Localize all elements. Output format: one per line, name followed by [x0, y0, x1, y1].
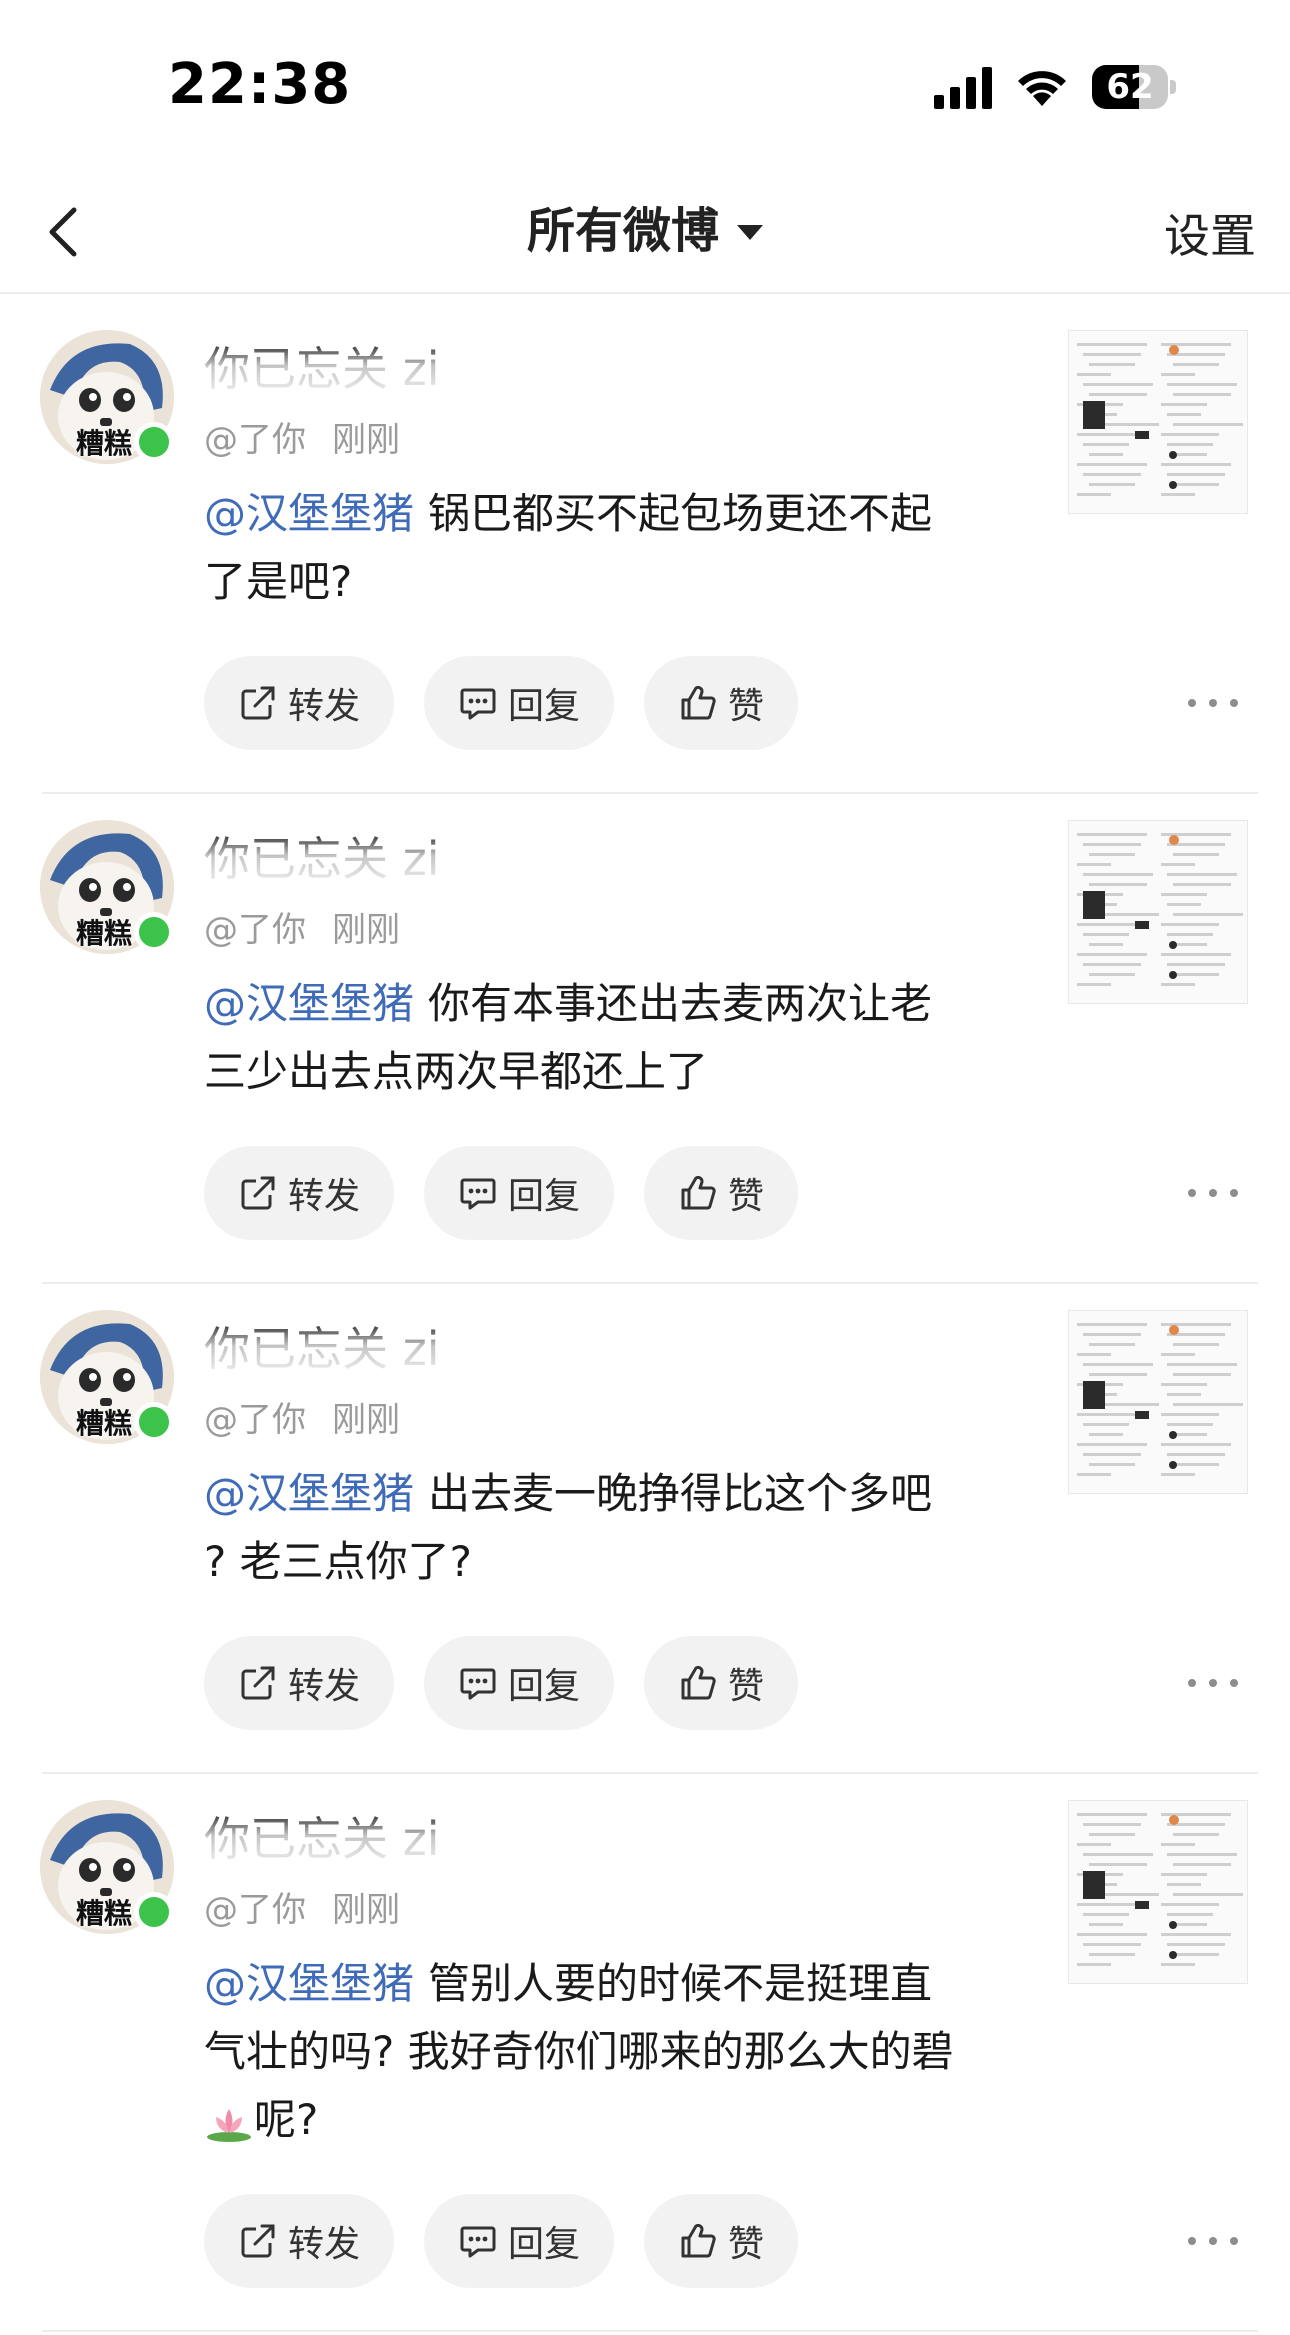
post-meta: @了你 刚刚: [204, 1882, 400, 1931]
divider: [42, 1282, 1258, 1284]
repost-icon: [238, 683, 278, 723]
repost-button[interactable]: 转发: [204, 2194, 395, 2288]
post-actions: 转发 回复赞: [204, 656, 799, 750]
screenshot-thumbnail[interactable]: [1068, 1800, 1248, 1984]
post-actions: 转发 回复赞: [204, 1146, 799, 1240]
mention-link[interactable]: @汉堡堡猪: [204, 489, 414, 538]
more-options-icon[interactable]: [1188, 688, 1238, 718]
username[interactable]: 你已忘关 zi: [204, 340, 444, 398]
mention-link[interactable]: @汉堡堡猪: [204, 1959, 414, 2008]
reply-button[interactable]: 回复: [424, 656, 615, 750]
post-text-line: 呢?: [254, 2095, 319, 2144]
username[interactable]: 你已忘关 zi: [204, 830, 444, 888]
comment-icon: [458, 683, 498, 723]
post-content[interactable]: @汉堡堡猪 管别人要的时候不是挺理直气壮的吗? 我好奇你们哪来的那么大的碧呢?: [204, 1950, 1024, 2154]
post-time: 刚刚: [332, 1400, 400, 1440]
username[interactable]: 你已忘关 zi: [204, 1320, 444, 1378]
status-bar: 22:38 62: [0, 0, 1290, 170]
more-options-icon[interactable]: [1188, 1178, 1238, 1208]
handle: @了你: [204, 420, 306, 460]
post-meta: @了你 刚刚: [204, 1392, 400, 1441]
screenshot-thumbnail[interactable]: [1068, 820, 1248, 1004]
online-status-badge: [134, 1892, 174, 1932]
online-status-badge: [134, 1402, 174, 1442]
screenshot-thumbnail[interactable]: [1068, 330, 1248, 514]
handle: @了你: [204, 1890, 306, 1930]
reply-button[interactable]: 回复: [424, 2194, 615, 2288]
repost-button[interactable]: 转发: [204, 1146, 395, 1240]
cellular-signal-icon: [934, 65, 992, 109]
reply-button[interactable]: 回复: [424, 1146, 615, 1240]
post-time: 刚刚: [332, 420, 400, 460]
post-text-line: 出去麦一晚挣得比这个多吧: [428, 1469, 933, 1518]
divider: [42, 1772, 1258, 1774]
repost-button[interactable]: 转发: [204, 656, 395, 750]
status-icons: 62: [934, 62, 1176, 112]
post-text-line: 你有本事还出去麦两次让老: [428, 979, 933, 1028]
comment-icon: [458, 2221, 498, 2261]
comment-icon: [458, 1663, 498, 1703]
mention-link[interactable]: @汉堡堡猪: [204, 979, 414, 1028]
post-text-line: 管别人要的时候不是挺理直: [428, 1959, 933, 2008]
repost-icon: [238, 1173, 278, 1213]
post-text-line: ? 老三点你了?: [204, 1537, 472, 1586]
nav-bar: 所有微博 设置: [0, 170, 1290, 294]
like-button[interactable]: 赞: [644, 1636, 799, 1730]
feed-filter-dropdown[interactable]: 所有微博: [0, 196, 1290, 266]
avatar-label: 糟糕: [76, 917, 133, 950]
online-status-badge: [134, 912, 174, 952]
settings-button[interactable]: 设置: [1164, 200, 1256, 266]
post-actions: 转发 回复赞: [204, 2194, 799, 2288]
caret-down-icon: [737, 224, 763, 240]
lotus-icon: [204, 2095, 254, 2144]
username[interactable]: 你已忘关 zi: [204, 1810, 444, 1868]
avatar-label: 糟糕: [76, 427, 133, 460]
repost-button[interactable]: 转发: [204, 1636, 395, 1730]
post-content[interactable]: @汉堡堡猪 锅巴都买不起包场更还不起了是吧?: [204, 480, 1024, 616]
post-content[interactable]: @汉堡堡猪 出去麦一晚挣得比这个多吧 ? 老三点你了?: [204, 1460, 1024, 1596]
online-status-badge: [134, 422, 174, 462]
post-time: 刚刚: [332, 1890, 400, 1930]
avatar-label: 糟糕: [76, 1407, 133, 1440]
post-text-line: 三少出去点两次早都还上了: [204, 1047, 709, 1096]
comment-icon: [458, 1173, 498, 1213]
post-text-line: 锅巴都买不起包场更还不起: [428, 489, 933, 538]
page-title: 所有微博: [526, 203, 719, 259]
post-content[interactable]: @汉堡堡猪 你有本事还出去麦两次让老三少出去点两次早都还上了: [204, 970, 1024, 1106]
battery-icon: 62: [1092, 65, 1176, 109]
wifi-icon: [1014, 66, 1070, 108]
status-time: 22:38: [168, 52, 352, 117]
post-text-line: 了是吧?: [204, 557, 353, 606]
more-options-icon[interactable]: [1188, 2226, 1238, 2256]
reply-button[interactable]: 回复: [424, 1636, 615, 1730]
thumbs-up-icon: [678, 1173, 718, 1213]
divider: [42, 2330, 1258, 2332]
post-text-line: 气壮的吗? 我好奇你们哪来的那么大的碧: [204, 2027, 954, 2076]
like-button[interactable]: 赞: [644, 656, 799, 750]
screenshot-thumbnail[interactable]: [1068, 1310, 1248, 1494]
handle: @了你: [204, 910, 306, 950]
like-button[interactable]: 赞: [644, 1146, 799, 1240]
post-actions: 转发 回复赞: [204, 1636, 799, 1730]
thumbs-up-icon: [678, 1663, 718, 1703]
mention-link[interactable]: @汉堡堡猪: [204, 1469, 414, 1518]
avatar-label: 糟糕: [76, 1897, 133, 1930]
post-meta: @了你 刚刚: [204, 902, 400, 951]
handle: @了你: [204, 1400, 306, 1440]
thumbs-up-icon: [678, 683, 718, 723]
repost-icon: [238, 2221, 278, 2261]
more-options-icon[interactable]: [1188, 1668, 1238, 1698]
battery-percentage: 62: [1106, 67, 1154, 107]
repost-icon: [238, 1663, 278, 1703]
post-time: 刚刚: [332, 910, 400, 950]
divider: [42, 792, 1258, 794]
like-button[interactable]: 赞: [644, 2194, 799, 2288]
thumbs-up-icon: [678, 2221, 718, 2261]
post-meta: @了你 刚刚: [204, 412, 400, 461]
